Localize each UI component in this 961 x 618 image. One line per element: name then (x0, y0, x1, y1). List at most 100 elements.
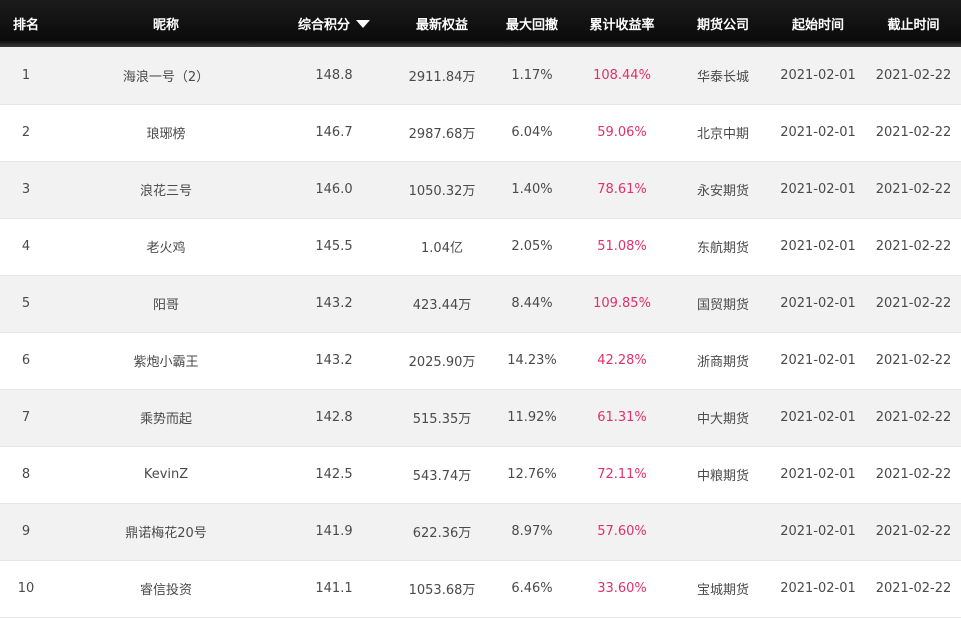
table-row[interactable]: 2 琅琊榜 146.7 2987.68万 6.04% 59.06% 北京中期 2021-02-… (0, 104, 961, 161)
cell-yield: 108.44% (593, 67, 651, 83)
cell-drawdown: 11.92% (507, 410, 557, 425)
cell-end: 2021-02-22 (875, 581, 952, 596)
cell-nickname[interactable]: 紫炮小霸王 (52, 332, 280, 389)
cell-rank: 7 (21, 410, 31, 425)
cell-company: 中粮期货 (696, 469, 749, 484)
cell-start: 2021-02-01 (780, 467, 856, 482)
cell-nickname[interactable]: 琅琊榜 (52, 104, 280, 161)
cell-yield: 33.60% (597, 581, 647, 596)
cell-end: 2021-02-22 (875, 182, 952, 197)
cell-rank: 9 (21, 524, 31, 539)
cell-drawdown: 6.04% (511, 125, 553, 140)
cell-equity: 543.74万 (412, 469, 472, 484)
cell-equity: 2911.84万 (408, 69, 476, 85)
table-row[interactable]: 1 海浪一号（2） 148.8 2911.84万 1.17% 108.44% 华泰长城 202… (0, 47, 961, 104)
cell-nickname[interactable]: 老火鸡 (52, 218, 280, 275)
cell-yield: 59.06% (597, 125, 647, 140)
cell-nickname[interactable]: 鼎诺梅花20号 (52, 503, 280, 560)
cell-start: 2021-02-01 (780, 239, 856, 254)
cell-nickname[interactable]: 阳哥 (52, 275, 280, 332)
table-row[interactable]: 9 鼎诺梅花20号 141.9 622.36万 8.97% 57.60% 2021-02-0… (0, 503, 961, 560)
cell-company: 中大期货 (696, 412, 749, 427)
cell-rank: 6 (21, 353, 31, 368)
cell-yield: 42.28% (597, 353, 647, 368)
ranking-table: 排名 昵称 综合积分 最新权益 最大回撤 累计收益率 期货公司 起始时间 截止时… (0, 0, 961, 618)
table-row[interactable]: 4 老火鸡 145.5 1.04亿 2.05% 51.08% 东航期货 2021-02-01 2… (0, 218, 961, 275)
table-row[interactable]: 3 浪花三号 146.0 1050.32万 1.40% 78.61% 永安期货 2021-02… (0, 161, 961, 218)
table-row[interactable]: 5 阳哥 143.2 423.44万 8.44% 109.85% 国贸期货 2021-02-0… (0, 275, 961, 332)
cell-company: 国贸期货 (696, 298, 749, 313)
cell-company: 永安期货 (696, 184, 749, 199)
table-row[interactable]: 8 KevinZ 142.5 543.74万 12.76% 72.11% 中粮期货 2021-… (0, 446, 961, 503)
cell-company (676, 503, 770, 560)
cell-rank: 4 (21, 239, 31, 254)
cell-company: 宝城期货 (696, 583, 749, 598)
table-header: 排名 昵称 综合积分 最新权益 最大回撤 累计收益率 期货公司 起始时间 截止时… (0, 0, 961, 47)
cell-equity: 2987.68万 (408, 127, 476, 142)
cell-start: 2021-02-01 (780, 410, 856, 425)
cell-yield: 109.85% (593, 296, 651, 311)
cell-nickname[interactable]: 乘势而起 (52, 389, 280, 446)
cell-drawdown: 14.23% (507, 353, 557, 368)
cell-yield: 72.11% (597, 467, 647, 482)
col-header-nickname[interactable]: 昵称 (52, 0, 280, 47)
triangle-down-icon[interactable] (356, 20, 370, 28)
col-header-equity[interactable]: 最新权益 (388, 0, 496, 47)
cell-nickname[interactable]: 睿信投资 (52, 560, 280, 617)
cell-equity: 622.36万 (412, 526, 472, 541)
cell-score: 141.1 (315, 581, 353, 596)
cell-yield: 61.31% (597, 410, 647, 425)
cell-score: 143.2 (315, 296, 353, 311)
col-header-start[interactable]: 起始时间 (770, 0, 866, 47)
cell-drawdown: 6.46% (511, 581, 553, 596)
col-header-company[interactable]: 期货公司 (676, 0, 770, 47)
table-row[interactable]: 6 紫炮小霸王 143.2 2025.90万 14.23% 42.28% 浙商期货 2021-… (0, 332, 961, 389)
cell-drawdown: 1.17% (511, 67, 553, 83)
cell-yield: 78.61% (597, 182, 647, 197)
cell-start: 2021-02-01 (780, 296, 856, 311)
col-header-score[interactable]: 综合积分 (280, 0, 388, 47)
cell-drawdown: 1.40% (511, 182, 553, 197)
col-header-drawdown[interactable]: 最大回撤 (496, 0, 568, 47)
cell-start: 2021-02-01 (780, 125, 856, 140)
header-row: 排名 昵称 综合积分 最新权益 最大回撤 累计收益率 期货公司 起始时间 截止时… (0, 0, 961, 47)
cell-company: 北京中期 (696, 127, 749, 142)
col-header-end[interactable]: 截止时间 (866, 0, 961, 47)
cell-company: 浙商期货 (696, 355, 749, 370)
cell-score: 146.7 (315, 125, 353, 140)
cell-drawdown: 8.97% (511, 524, 553, 539)
cell-start: 2021-02-01 (780, 353, 856, 368)
cell-company: 华泰长城 (696, 69, 749, 85)
table-row[interactable]: 10 睿信投资 141.1 1053.68万 6.46% 33.60% 宝城期货 2021-0… (0, 560, 961, 617)
cell-start: 2021-02-01 (780, 67, 856, 83)
col-header-score-label: 综合积分 (297, 18, 350, 33)
cell-score: 145.5 (315, 239, 353, 254)
cell-end: 2021-02-22 (875, 410, 952, 425)
cell-nickname[interactable]: 海浪一号（2） (52, 47, 280, 104)
cell-end: 2021-02-22 (875, 524, 952, 539)
cell-rank: 2 (21, 125, 31, 140)
table-row[interactable]: 7 乘势而起 142.8 515.35万 11.92% 61.31% 中大期货 2021-02… (0, 389, 961, 446)
cell-score: 146.0 (315, 182, 353, 197)
cell-score: 141.9 (315, 524, 353, 539)
cell-end: 2021-02-22 (875, 239, 952, 254)
col-header-rank[interactable]: 排名 (0, 0, 52, 47)
col-header-yield[interactable]: 累计收益率 (568, 0, 676, 47)
cell-equity: 1.04亿 (421, 241, 463, 256)
cell-nickname[interactable]: 浪花三号 (52, 161, 280, 218)
cell-end: 2021-02-22 (875, 125, 952, 140)
cell-yield: 51.08% (597, 239, 647, 254)
cell-equity: 423.44万 (412, 298, 472, 313)
cell-score: 143.2 (315, 353, 353, 368)
cell-start: 2021-02-01 (780, 524, 856, 539)
cell-yield: 57.60% (597, 524, 647, 539)
cell-drawdown: 8.44% (511, 296, 553, 311)
cell-nickname[interactable]: KevinZ (52, 446, 280, 503)
cell-company: 东航期货 (696, 241, 749, 256)
cell-score: 148.8 (315, 67, 353, 83)
cell-equity: 2025.90万 (408, 355, 476, 370)
cell-score: 142.8 (315, 410, 353, 425)
cell-score: 142.5 (315, 467, 353, 482)
cell-rank: 8 (21, 467, 31, 482)
cell-drawdown: 12.76% (507, 467, 557, 482)
